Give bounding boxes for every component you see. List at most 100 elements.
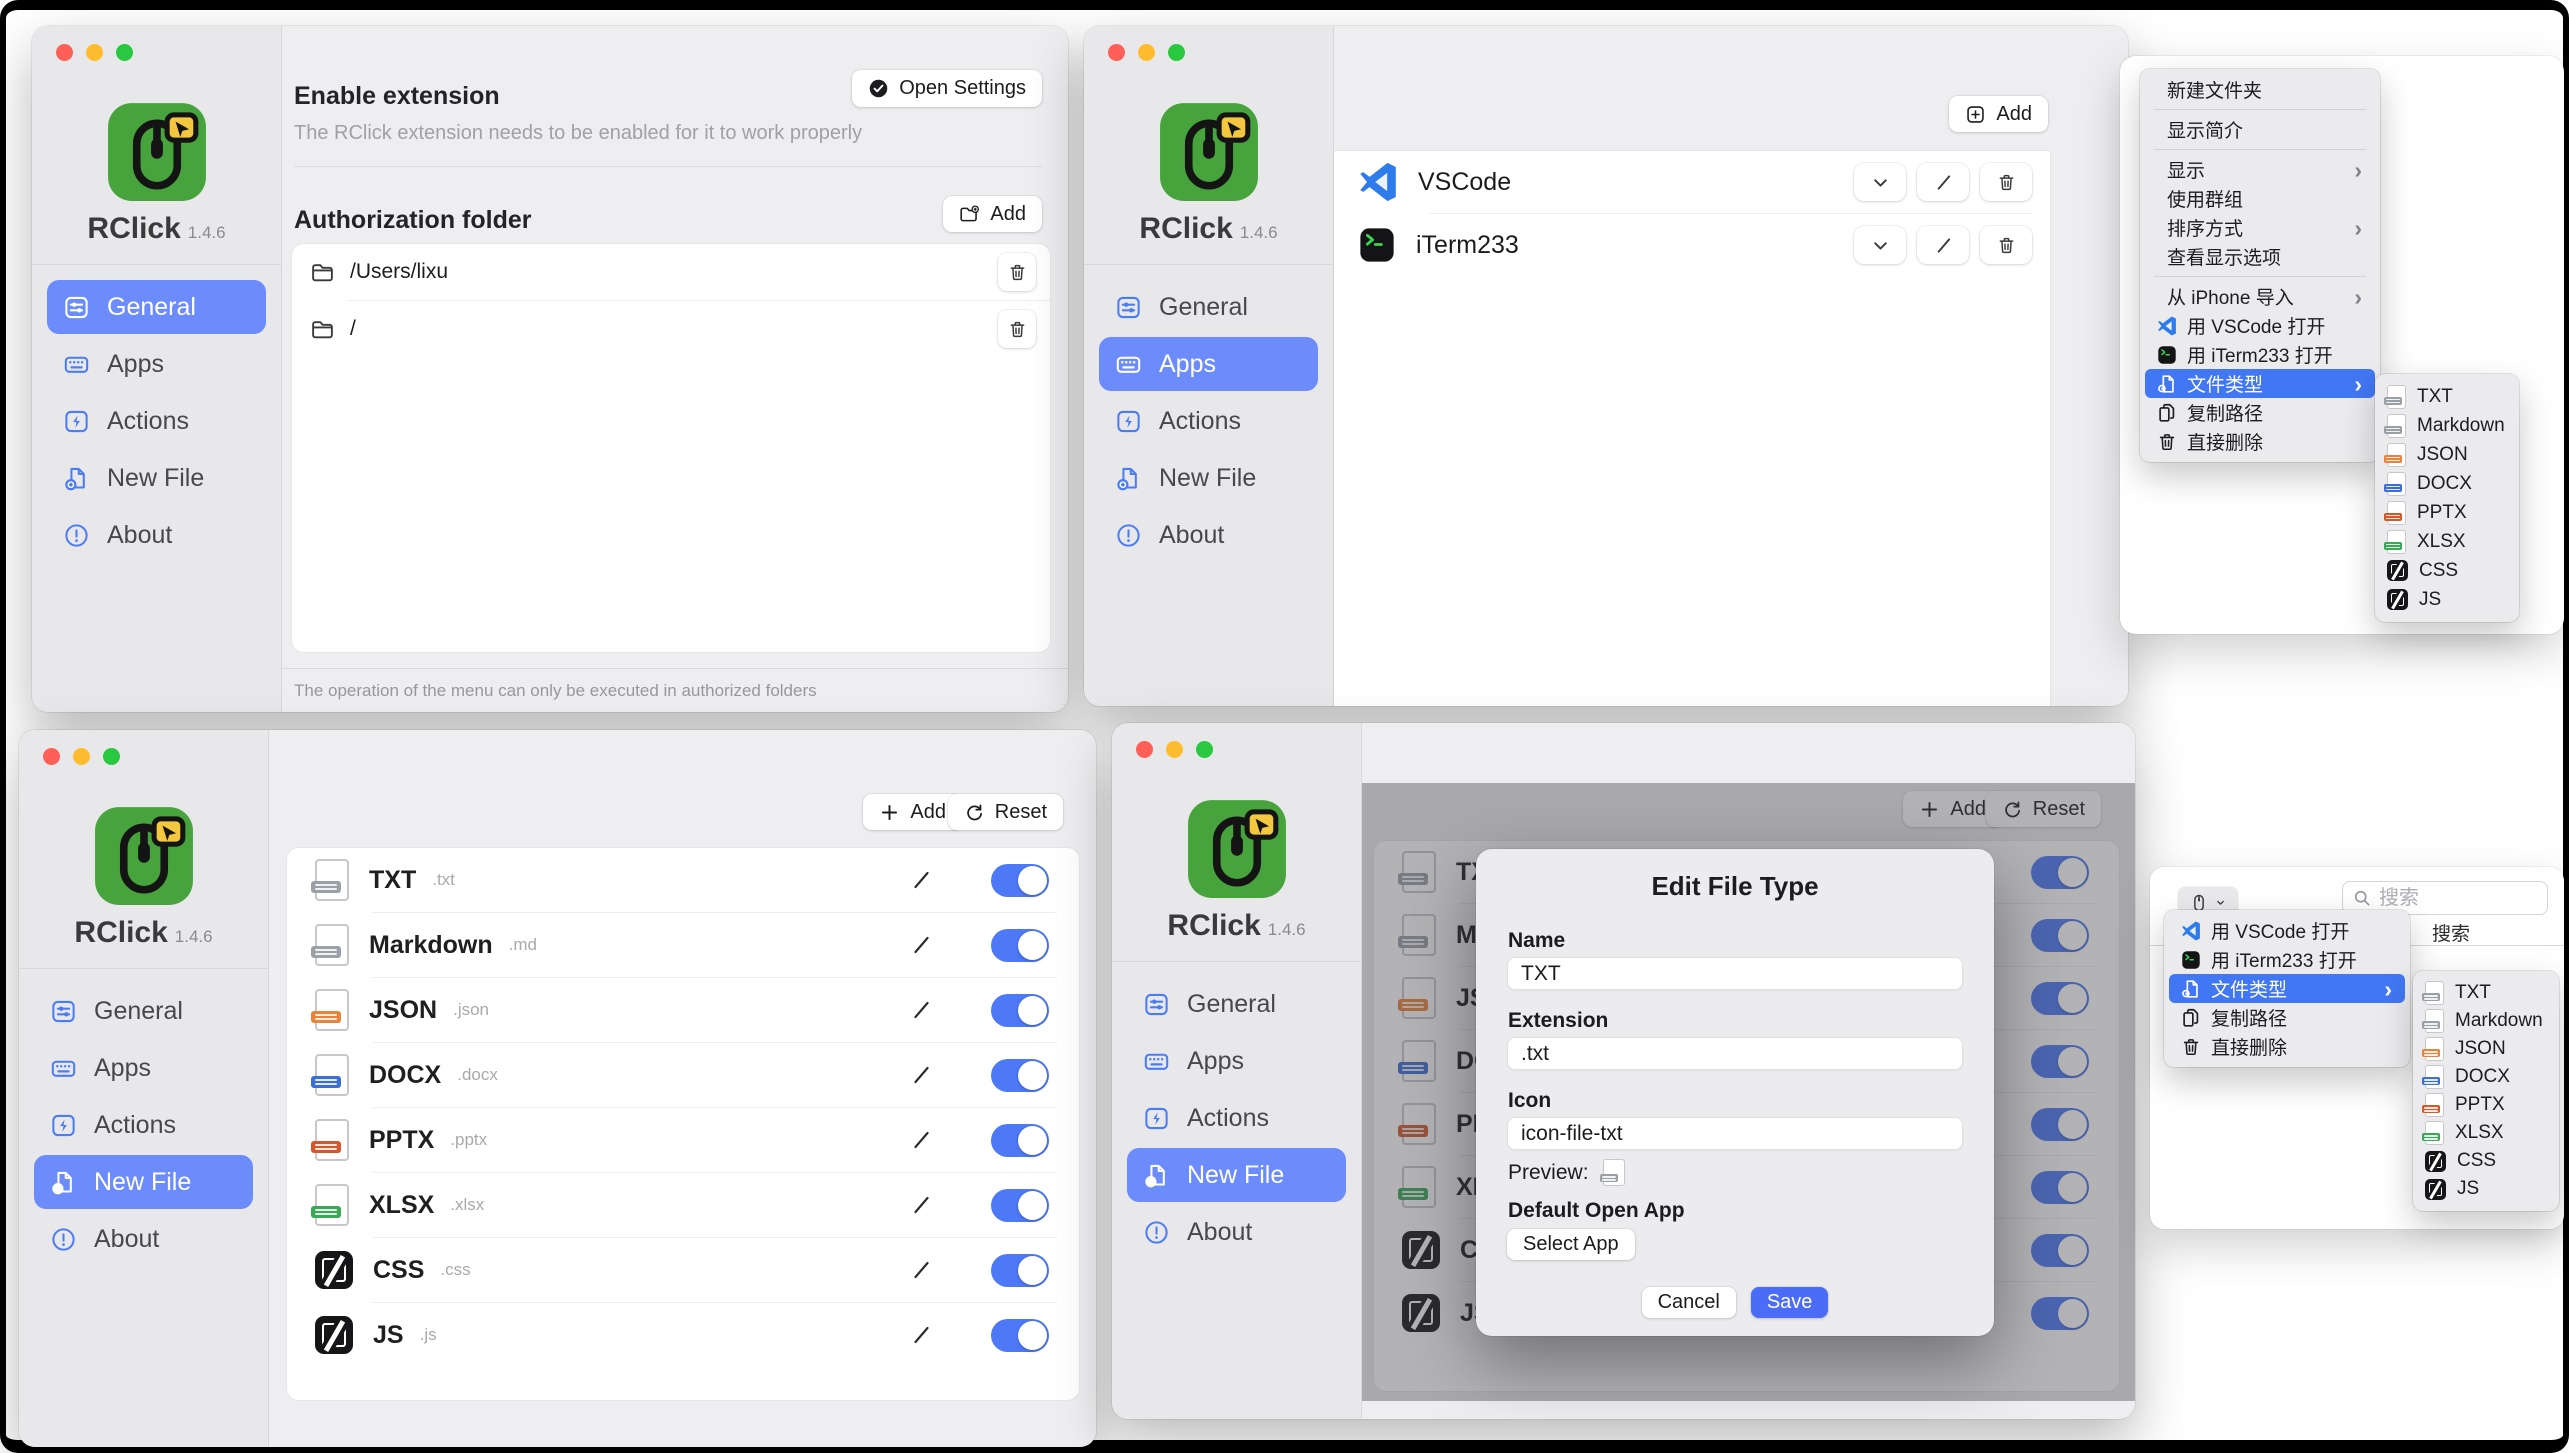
- sidebar-item-about[interactable]: About: [47, 508, 266, 562]
- delete-app-button[interactable]: [1980, 163, 2032, 201]
- sidebar-item-new-file[interactable]: New File: [47, 451, 266, 505]
- minimize-button[interactable]: [86, 44, 103, 61]
- add-folder-button[interactable]: Add: [943, 196, 1042, 232]
- submenu-item-xlsx[interactable]: XLSX: [2413, 1119, 2559, 1147]
- select-app-button[interactable]: Select App: [1507, 1229, 1635, 1260]
- menu-item-use-groups[interactable]: 使用群组: [2145, 184, 2375, 213]
- submenu-item-json[interactable]: JSON: [2413, 1035, 2559, 1063]
- sidebar-item-apps[interactable]: Apps: [47, 337, 266, 391]
- file-type-toggle[interactable]: [991, 929, 1049, 962]
- sidebar-item-general[interactable]: General: [47, 280, 266, 334]
- submenu-item-xlsx[interactable]: XLSX: [2375, 527, 2519, 556]
- name-field[interactable]: [1507, 957, 1963, 990]
- submenu-item-pptx[interactable]: PPTX: [2375, 498, 2519, 527]
- edit-pencil-icon[interactable]: [909, 933, 933, 957]
- zoom-button[interactable]: [116, 44, 133, 61]
- sidebar-item-apps[interactable]: Apps: [34, 1041, 253, 1095]
- edit-pencil-icon[interactable]: [909, 868, 933, 892]
- sidebar-item-about[interactable]: About: [1127, 1205, 1346, 1259]
- zoom-button[interactable]: [1168, 44, 1185, 61]
- menu-item-open-vscode[interactable]: 用 VSCode 打开: [2169, 916, 2405, 945]
- menu-item-open-iterm[interactable]: 用 iTerm233 打开: [2169, 945, 2405, 974]
- sidebar-item-apps[interactable]: Apps: [1099, 337, 1318, 391]
- expand-app-button[interactable]: [1854, 226, 1906, 264]
- submenu-item-js[interactable]: JS: [2413, 1175, 2559, 1203]
- submenu-item-markdown[interactable]: Markdown: [2413, 1007, 2559, 1035]
- edit-pencil-icon[interactable]: [909, 1063, 933, 1087]
- close-button[interactable]: [56, 44, 73, 61]
- edit-pencil-icon[interactable]: [909, 998, 933, 1022]
- sidebar-item-new-file[interactable]: New File: [1127, 1148, 1346, 1202]
- reset-button[interactable]: Reset: [948, 794, 1063, 830]
- cancel-button[interactable]: Cancel: [1642, 1287, 1736, 1318]
- menu-item-show[interactable]: 显示: [2145, 155, 2375, 184]
- menu-item-import-iphone[interactable]: 从 iPhone 导入: [2145, 282, 2375, 311]
- sidebar-item-general[interactable]: General: [1099, 280, 1318, 334]
- minimize-button[interactable]: [73, 748, 90, 765]
- close-button[interactable]: [1108, 44, 1125, 61]
- menu-item-sort-by[interactable]: 排序方式: [2145, 213, 2375, 242]
- edit-app-button[interactable]: [1917, 226, 1969, 264]
- icon-field[interactable]: [1507, 1117, 1963, 1150]
- open-settings-button[interactable]: Open Settings: [852, 70, 1042, 107]
- menu-item-view-options[interactable]: 查看显示选项: [2145, 242, 2375, 271]
- edit-pencil-icon[interactable]: [909, 1128, 933, 1152]
- file-type-toggle[interactable]: [991, 994, 1049, 1027]
- sidebar-item-general[interactable]: General: [1127, 977, 1346, 1031]
- sidebar-item-actions[interactable]: Actions: [1099, 394, 1318, 448]
- file-type-toggle[interactable]: [991, 1319, 1049, 1352]
- file-type-toggle[interactable]: [991, 864, 1049, 897]
- file-type-toggle[interactable]: [991, 1189, 1049, 1222]
- edit-pencil-icon[interactable]: [909, 1258, 933, 1282]
- sidebar-item-new-file[interactable]: New File: [34, 1155, 253, 1209]
- submenu-item-css[interactable]: CSS: [2375, 556, 2519, 585]
- expand-app-button[interactable]: [1854, 163, 1906, 201]
- file-type-toggle[interactable]: [991, 1059, 1049, 1092]
- minimize-button[interactable]: [1138, 44, 1155, 61]
- menu-item-open-vscode[interactable]: 用 VSCode 打开: [2145, 311, 2375, 340]
- search-input[interactable]: [2379, 882, 2539, 914]
- sidebar-item-about[interactable]: About: [34, 1212, 253, 1266]
- edit-app-button[interactable]: [1917, 163, 1969, 201]
- menu-item-file-type[interactable]: 文件类型: [2169, 974, 2405, 1003]
- sidebar-item-about[interactable]: About: [1099, 508, 1318, 562]
- submenu-item-json[interactable]: JSON: [2375, 440, 2519, 469]
- sidebar-item-actions[interactable]: Actions: [47, 394, 266, 448]
- submenu-item-markdown[interactable]: Markdown: [2375, 411, 2519, 440]
- submenu-item-css[interactable]: CSS: [2413, 1147, 2559, 1175]
- menu-item-copy-path[interactable]: 复制路径: [2145, 398, 2375, 427]
- sidebar-item-actions[interactable]: Actions: [1127, 1091, 1346, 1145]
- file-type-toggle[interactable]: [991, 1254, 1049, 1287]
- file-type-toggle[interactable]: [991, 1124, 1049, 1157]
- delete-app-button[interactable]: [1980, 226, 2032, 264]
- submenu-item-txt[interactable]: TXT: [2375, 382, 2519, 411]
- delete-folder-button[interactable]: [998, 310, 1036, 348]
- close-button[interactable]: [43, 748, 60, 765]
- submenu-item-docx[interactable]: DOCX: [2375, 469, 2519, 498]
- sidebar-item-actions[interactable]: Actions: [34, 1098, 253, 1152]
- minimize-button[interactable]: [1166, 741, 1183, 758]
- sidebar-item-new-file[interactable]: New File: [1099, 451, 1318, 505]
- zoom-button[interactable]: [1196, 741, 1213, 758]
- submenu-item-pptx[interactable]: PPTX: [2413, 1091, 2559, 1119]
- zoom-button[interactable]: [103, 748, 120, 765]
- menu-item-new-folder[interactable]: 新建文件夹: [2145, 75, 2375, 104]
- add-app-button[interactable]: Add: [1949, 96, 2048, 132]
- menu-item-get-info[interactable]: 显示简介: [2145, 115, 2375, 144]
- edit-pencil-icon[interactable]: [909, 1193, 933, 1217]
- delete-folder-button[interactable]: [998, 253, 1036, 291]
- sidebar-item-apps[interactable]: Apps: [1127, 1034, 1346, 1088]
- menu-item-open-iterm[interactable]: 用 iTerm233 打开: [2145, 340, 2375, 369]
- submenu-item-js[interactable]: JS: [2375, 585, 2519, 614]
- menu-item-delete-direct[interactable]: 直接删除: [2145, 427, 2375, 456]
- menu-item-delete-direct[interactable]: 直接删除: [2169, 1032, 2405, 1061]
- close-button[interactable]: [1136, 741, 1153, 758]
- submenu-item-docx[interactable]: DOCX: [2413, 1063, 2559, 1091]
- edit-pencil-icon[interactable]: [909, 1323, 933, 1347]
- menu-item-file-type[interactable]: 文件类型: [2145, 369, 2375, 398]
- menu-item-copy-path[interactable]: 复制路径: [2169, 1003, 2405, 1032]
- sidebar-item-general[interactable]: General: [34, 984, 253, 1038]
- save-button[interactable]: Save: [1751, 1287, 1829, 1318]
- extension-field[interactable]: [1507, 1037, 1963, 1070]
- submenu-item-txt[interactable]: TXT: [2413, 979, 2559, 1007]
